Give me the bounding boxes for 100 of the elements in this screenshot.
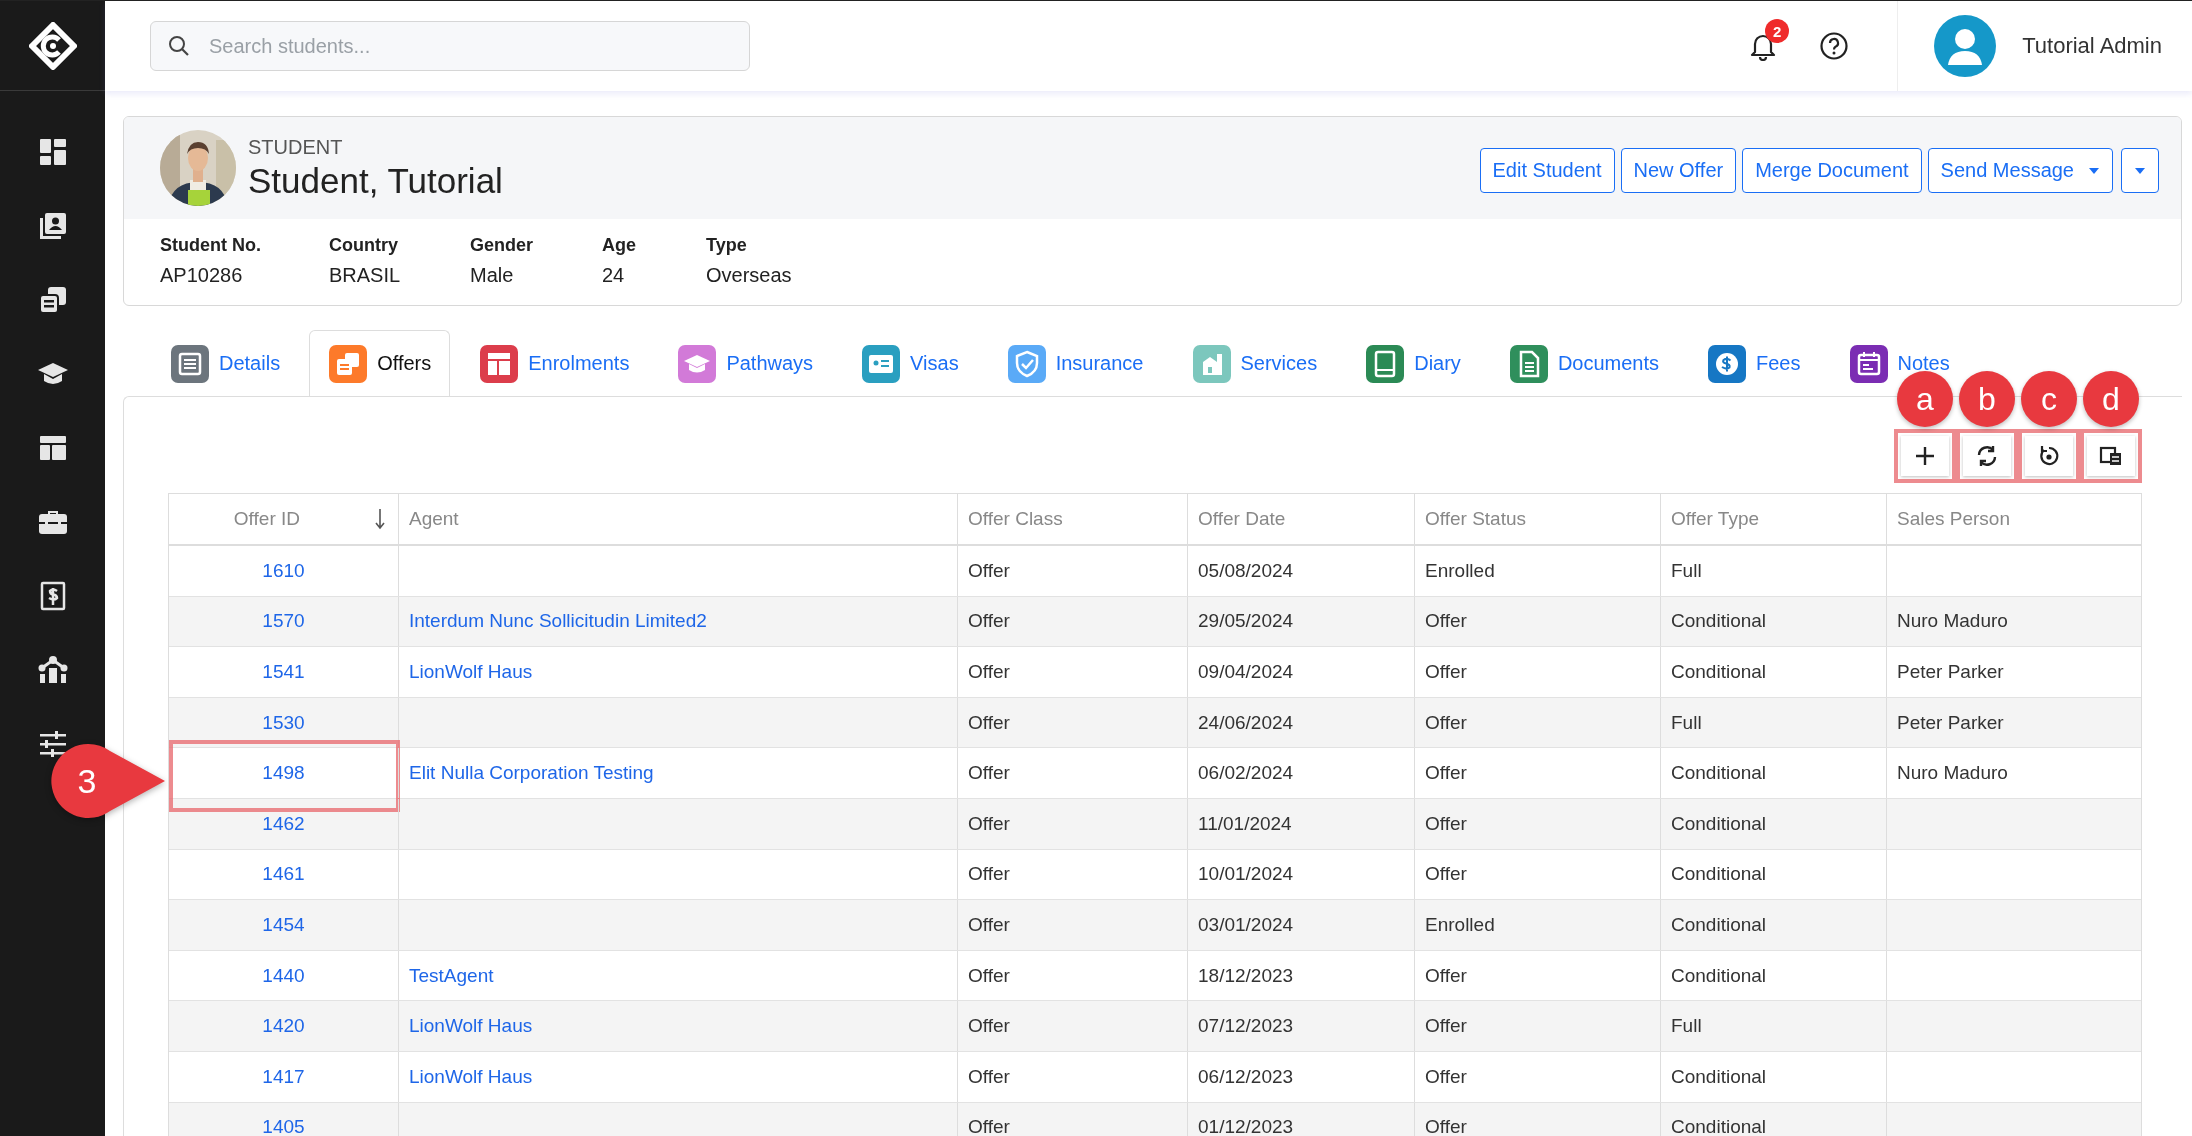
- table-cell: Conditional: [1671, 1116, 1767, 1136]
- caret-icon: [2134, 166, 2146, 175]
- callout-badge: a: [1897, 371, 1953, 427]
- tab[interactable]: Visas: [842, 330, 978, 396]
- offer-id-link[interactable]: 1462: [262, 812, 305, 835]
- table-cell: Conditional: [1671, 863, 1767, 886]
- action-button[interactable]: Merge Document: [1742, 148, 1922, 193]
- tab[interactable]: Documents: [1489, 330, 1679, 396]
- table-cell: Conditional: [1671, 913, 1767, 936]
- action-button[interactable]: New Offer: [1620, 148, 1737, 193]
- table-cell: 18/12/2023: [1198, 964, 1294, 987]
- field-value: 24: [602, 264, 626, 287]
- offer-id-link[interactable]: 1417: [262, 1065, 305, 1088]
- tab[interactable]: Diary: [1346, 330, 1480, 396]
- send-message-dropdown[interactable]: Send Message: [1927, 148, 2113, 193]
- tab[interactable]: Fees: [1688, 330, 1820, 396]
- column-header[interactable]: Offer Date: [1187, 494, 1414, 544]
- offer-id-link[interactable]: 1440: [262, 964, 305, 987]
- table-cell: Offer: [968, 1116, 1010, 1136]
- table-cell: Offer: [1425, 964, 1467, 987]
- offer-id-link[interactable]: 1530: [262, 711, 305, 734]
- search-field[interactable]: Search students...: [150, 21, 750, 71]
- table-cell: Peter Parker: [1897, 711, 2004, 734]
- reset-button[interactable]: [2025, 436, 2073, 476]
- table-cell: 06/02/2024: [1198, 762, 1294, 785]
- network-icon[interactable]: [36, 654, 69, 686]
- table-cell: Offer: [968, 1065, 1010, 1088]
- offer-id-link[interactable]: 1570: [262, 610, 305, 633]
- offer-id-link[interactable]: 1405: [262, 1116, 305, 1136]
- agent-link[interactable]: Elit Nulla Corporation Testing: [409, 762, 654, 785]
- table-cell: Full: [1671, 1015, 1702, 1038]
- column-header[interactable]: Offer Status: [1414, 494, 1660, 544]
- offer-id-link[interactable]: 1461: [262, 863, 305, 886]
- logo-icon[interactable]: [28, 21, 77, 70]
- user-avatar-icon[interactable]: [1934, 15, 1997, 77]
- table-cell: Offer: [968, 812, 1010, 835]
- student-role-label: STUDENT: [248, 135, 344, 159]
- table-cell: Offer: [968, 964, 1010, 987]
- table-cell: 10/01/2024: [1198, 863, 1294, 886]
- agent-link[interactable]: LionWolf Haus: [409, 1015, 533, 1038]
- agent-link[interactable]: LionWolf Haus: [409, 661, 533, 683]
- callout-badge: d: [2083, 371, 2139, 427]
- table-cell: Enrolled: [1425, 913, 1495, 936]
- table-cell: Offer: [1425, 711, 1467, 734]
- tab[interactable]: Details: [151, 330, 300, 396]
- tab[interactable]: Enrolments: [460, 330, 649, 396]
- add-button[interactable]: [1901, 436, 1949, 476]
- callout-badge: c: [2021, 371, 2077, 427]
- offer-id-link[interactable]: 1541: [262, 661, 305, 683]
- field-value: Male: [470, 264, 515, 287]
- column-header[interactable]: Agent: [398, 494, 957, 544]
- table-cell: Nuro Maduro: [1897, 610, 2008, 633]
- notification-count: 2: [1765, 19, 1790, 43]
- table-cell: Conditional: [1671, 762, 1767, 785]
- table-cell: 01/12/2023: [1198, 1116, 1294, 1136]
- tab[interactable]: Insurance: [987, 330, 1163, 396]
- table-cell: Full: [1671, 711, 1702, 734]
- table-cell: Offer: [1425, 610, 1467, 633]
- table-cell: 29/05/2024: [1198, 610, 1294, 633]
- table-cell: Offer: [1425, 661, 1467, 683]
- action-button[interactable]: Edit Student: [1479, 148, 1615, 193]
- table-cell: Offer: [1425, 1116, 1467, 1136]
- table-cell: 07/12/2023: [1198, 1015, 1294, 1038]
- table-cell: Conditional: [1671, 610, 1767, 633]
- student-name: Student, Tutorial: [248, 160, 503, 201]
- table-cell: Offer: [968, 913, 1010, 936]
- tab[interactable]: Services: [1172, 330, 1337, 396]
- refresh-button[interactable]: [1963, 436, 2011, 476]
- table-cell: Offer: [1425, 762, 1467, 785]
- more-dropdown-button[interactable]: [2121, 148, 2159, 193]
- column-header[interactable]: Offer Type: [1660, 494, 1886, 544]
- table-cell: Conditional: [1671, 1065, 1767, 1088]
- offer-id-link[interactable]: 1610: [262, 559, 305, 582]
- table-cell: Offer: [968, 711, 1010, 734]
- tab[interactable]: Pathways: [658, 330, 833, 396]
- table-cell: Offer: [968, 559, 1010, 582]
- field-value: Overseas: [706, 264, 792, 287]
- table-cell: Enrolled: [1425, 559, 1495, 582]
- agent-link[interactable]: Interdum Nunc Sollicitudin Limited2: [409, 610, 707, 633]
- table-cell: Conditional: [1671, 964, 1767, 987]
- help-icon[interactable]: [1819, 31, 1850, 61]
- field-label: Type: [706, 235, 748, 256]
- reset-icon: [2037, 444, 2061, 468]
- table-cell: Offer: [968, 863, 1010, 886]
- offer-id-link[interactable]: 1454: [262, 913, 305, 936]
- tab[interactable]: Offers: [309, 330, 451, 396]
- agent-link[interactable]: TestAgent: [409, 964, 494, 987]
- agent-link[interactable]: LionWolf Haus: [409, 1065, 533, 1088]
- table-cell: Offer: [968, 661, 1010, 683]
- columns-button[interactable]: [2087, 436, 2135, 476]
- table-cell: Nuro Maduro: [1897, 762, 2008, 785]
- plus-icon: [1913, 444, 1937, 468]
- user-name[interactable]: Tutorial Admin: [2022, 33, 2162, 59]
- offer-id-link[interactable]: 1420: [262, 1015, 305, 1038]
- offer-id-link[interactable]: 1498: [262, 762, 305, 785]
- column-header[interactable]: Sales Person: [1886, 494, 2141, 544]
- table-cell: 11/01/2024: [1198, 812, 1292, 835]
- column-header[interactable]: Offer Class: [957, 494, 1187, 544]
- column-header[interactable]: Offer ID: [169, 494, 398, 544]
- sort-arrow-icon[interactable]: [374, 508, 386, 530]
